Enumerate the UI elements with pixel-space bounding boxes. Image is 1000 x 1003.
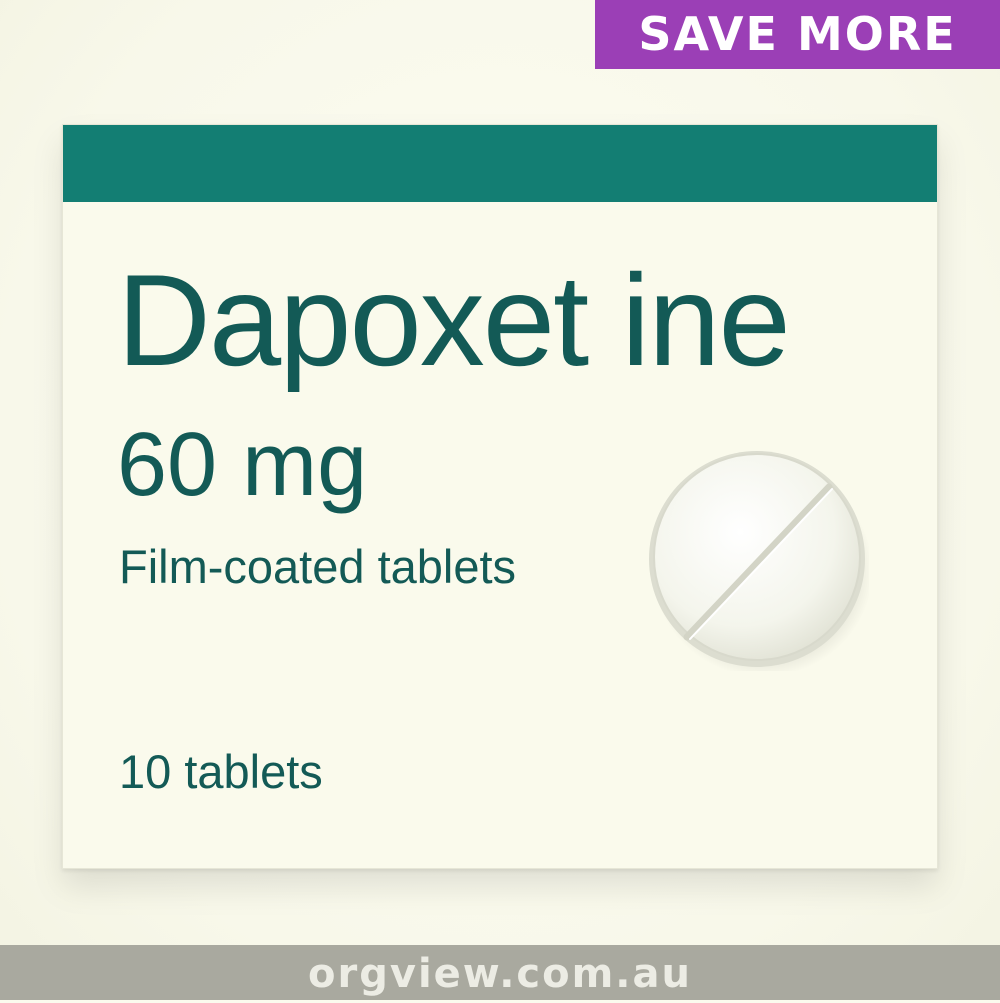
tablet-image <box>649 451 869 671</box>
product-strength: 60 mg <box>117 415 368 515</box>
box-color-band <box>63 125 937 202</box>
save-more-badge: SAVE MORE <box>595 0 1000 69</box>
medicine-box: Dapoxet ine 60 mg Film-coated tablets 10… <box>62 124 938 869</box>
site-watermark: orgview.com.au <box>0 945 1000 1000</box>
product-name: Dapoxet ine <box>117 247 791 393</box>
product-scene: SAVE MORE Dapoxet ine 60 mg Film-coated … <box>0 0 1000 1000</box>
pack-count: 10 tablets <box>119 745 323 798</box>
dosage-form: Film-coated tablets <box>119 540 517 593</box>
